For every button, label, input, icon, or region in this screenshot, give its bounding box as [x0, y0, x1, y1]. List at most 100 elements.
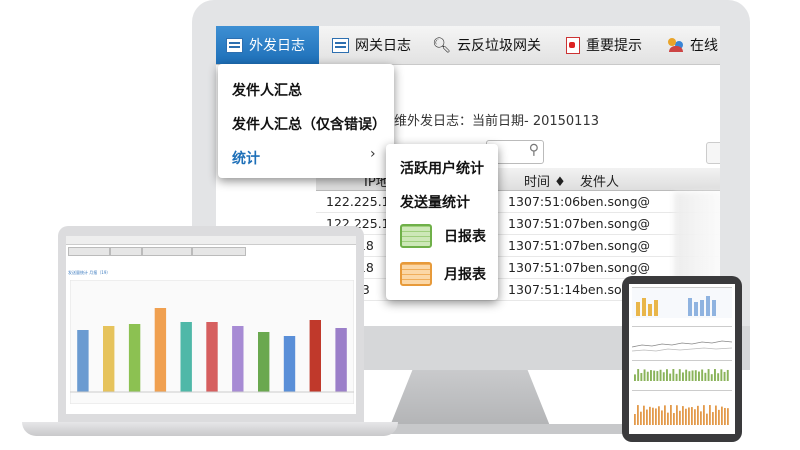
mini-bar	[666, 369, 668, 381]
mini-bar	[688, 407, 690, 425]
date-cell: 13	[508, 238, 524, 253]
chart-bar	[232, 326, 244, 392]
mini-bar	[694, 370, 697, 381]
laptop-tab[interactable]	[110, 247, 142, 256]
dropdown-item-sender-summary-errors[interactable]: 发件人汇总（仅含错误）	[232, 114, 386, 134]
menu-item-label: 外发日志	[249, 38, 305, 54]
time-cell: 07:51:07	[524, 238, 581, 253]
pdf-icon	[566, 36, 580, 54]
table-row[interactable]: 122.225.18 13 07:51:06 ben.song@	[316, 190, 720, 213]
submenu-item-monthly-report[interactable]: 月报表	[400, 262, 486, 286]
chart-bar	[128, 324, 141, 392]
search-icon: 🔍︎	[432, 36, 452, 54]
log-icon	[332, 37, 349, 53]
mini-bar	[710, 374, 713, 381]
mini-bar	[714, 369, 716, 381]
mini-bar	[669, 373, 672, 381]
mini-bar	[682, 372, 684, 381]
mini-bar	[640, 411, 642, 425]
statistics-submenu: 活跃用户统计 发送量统计 日报表 月报表	[386, 144, 498, 300]
mini-bar	[720, 369, 723, 381]
mini-bar	[676, 405, 678, 425]
submenu-item-label: 日报表	[444, 229, 486, 245]
mini-bar	[712, 412, 714, 425]
laptop-tabs	[66, 247, 356, 256]
mini-bar	[706, 413, 708, 425]
mini-bar	[691, 370, 694, 381]
mini-bar	[661, 410, 663, 425]
submenu-item-send-volume[interactable]: 发送量统计	[400, 192, 470, 212]
mini-bar	[672, 369, 675, 381]
mini-bar	[640, 373, 643, 381]
laptop-tab[interactable]	[142, 247, 192, 256]
dropdown-item-sender-summary[interactable]: 发件人汇总	[232, 80, 302, 100]
date-cell: 13	[508, 216, 524, 231]
table-row[interactable]: 122.225.18 13 07:51:07 ben.song@	[316, 212, 720, 235]
laptop-tab[interactable]	[192, 247, 246, 256]
submenu-item-label: 月报表	[444, 267, 486, 283]
column-header-time[interactable]: 时间 ♦	[524, 171, 566, 190]
time-cell: 07:51:06	[524, 194, 581, 209]
mini-bar	[717, 373, 720, 381]
mini-bar	[679, 410, 681, 425]
mini-bar	[643, 369, 646, 381]
line-chart-panel	[631, 326, 733, 357]
column-header-sender[interactable]: 发件人	[580, 171, 619, 190]
mini-bar	[682, 406, 684, 425]
mini-bar	[685, 408, 687, 425]
mini-bar-chart	[636, 296, 716, 316]
mini-bar	[691, 407, 693, 425]
mini-bar	[727, 408, 729, 425]
monitor-stand	[390, 370, 550, 426]
summary-panel	[632, 287, 732, 318]
mini-bar	[694, 409, 696, 425]
mini-bar	[649, 406, 651, 425]
menu-item-gateway-log[interactable]: 网关日志	[332, 26, 411, 64]
submenu-item-active-users[interactable]: 活跃用户统计	[400, 158, 484, 178]
submenu-item-daily-report[interactable]: 日报表	[400, 224, 486, 248]
chart-bar	[154, 308, 167, 392]
time-cell: 07:51:07	[524, 260, 581, 275]
mini-bar	[707, 369, 710, 381]
mini-bar	[673, 413, 675, 425]
mini-bar	[637, 405, 639, 425]
mini-orange-bar-chart	[634, 405, 729, 425]
mini-bar	[718, 409, 720, 425]
tablet-screen	[629, 284, 735, 434]
mini-bar	[688, 371, 691, 381]
menu-item-label: 重要提示	[586, 38, 642, 54]
menu-item-outgoing-log[interactable]: 外发日志	[216, 26, 319, 64]
laptop-menubar	[66, 236, 356, 245]
mini-bar	[650, 370, 652, 381]
sender-cell: ben.song@	[580, 216, 651, 231]
mini-bar	[670, 405, 672, 425]
chart-bar	[258, 332, 270, 392]
mini-bar	[701, 369, 704, 381]
chart-bar	[335, 328, 347, 392]
menu-item-label: 云反垃圾网关	[457, 38, 542, 54]
mini-bar	[653, 370, 656, 381]
mini-bar	[724, 407, 726, 425]
laptop-tab[interactable]	[68, 247, 110, 256]
mini-bar	[664, 405, 666, 425]
chart-bar	[206, 322, 218, 392]
mini-bar	[700, 411, 702, 425]
mini-bar	[678, 369, 681, 381]
mini-bar	[634, 414, 636, 425]
chart-bar	[283, 336, 296, 392]
menu-item-important-notice[interactable]: 重要提示	[566, 26, 642, 64]
time-cell: 07:51:14	[524, 282, 581, 297]
menu-item-cloud-antispam[interactable]: 🔍︎ 云反垃圾网关	[432, 26, 541, 64]
mini-bar	[698, 371, 700, 381]
mini-bar	[662, 372, 665, 381]
toolbar-button[interactable]	[706, 142, 720, 164]
sender-cell: ben.song@	[580, 194, 651, 209]
page-subtitle: 维外发日志：当前日期- 20150113	[394, 114, 599, 129]
mini-bar	[637, 369, 640, 381]
dropdown-item-statistics[interactable]: 统计	[232, 148, 260, 168]
table-row[interactable]: 5.18 13 07:51:07 ben.song@	[316, 234, 720, 257]
menu-item-online[interactable]: 在线	[668, 26, 718, 64]
chart-bar	[103, 326, 115, 392]
time-cell: 07:51:07	[524, 216, 581, 231]
mini-bar	[643, 405, 645, 425]
